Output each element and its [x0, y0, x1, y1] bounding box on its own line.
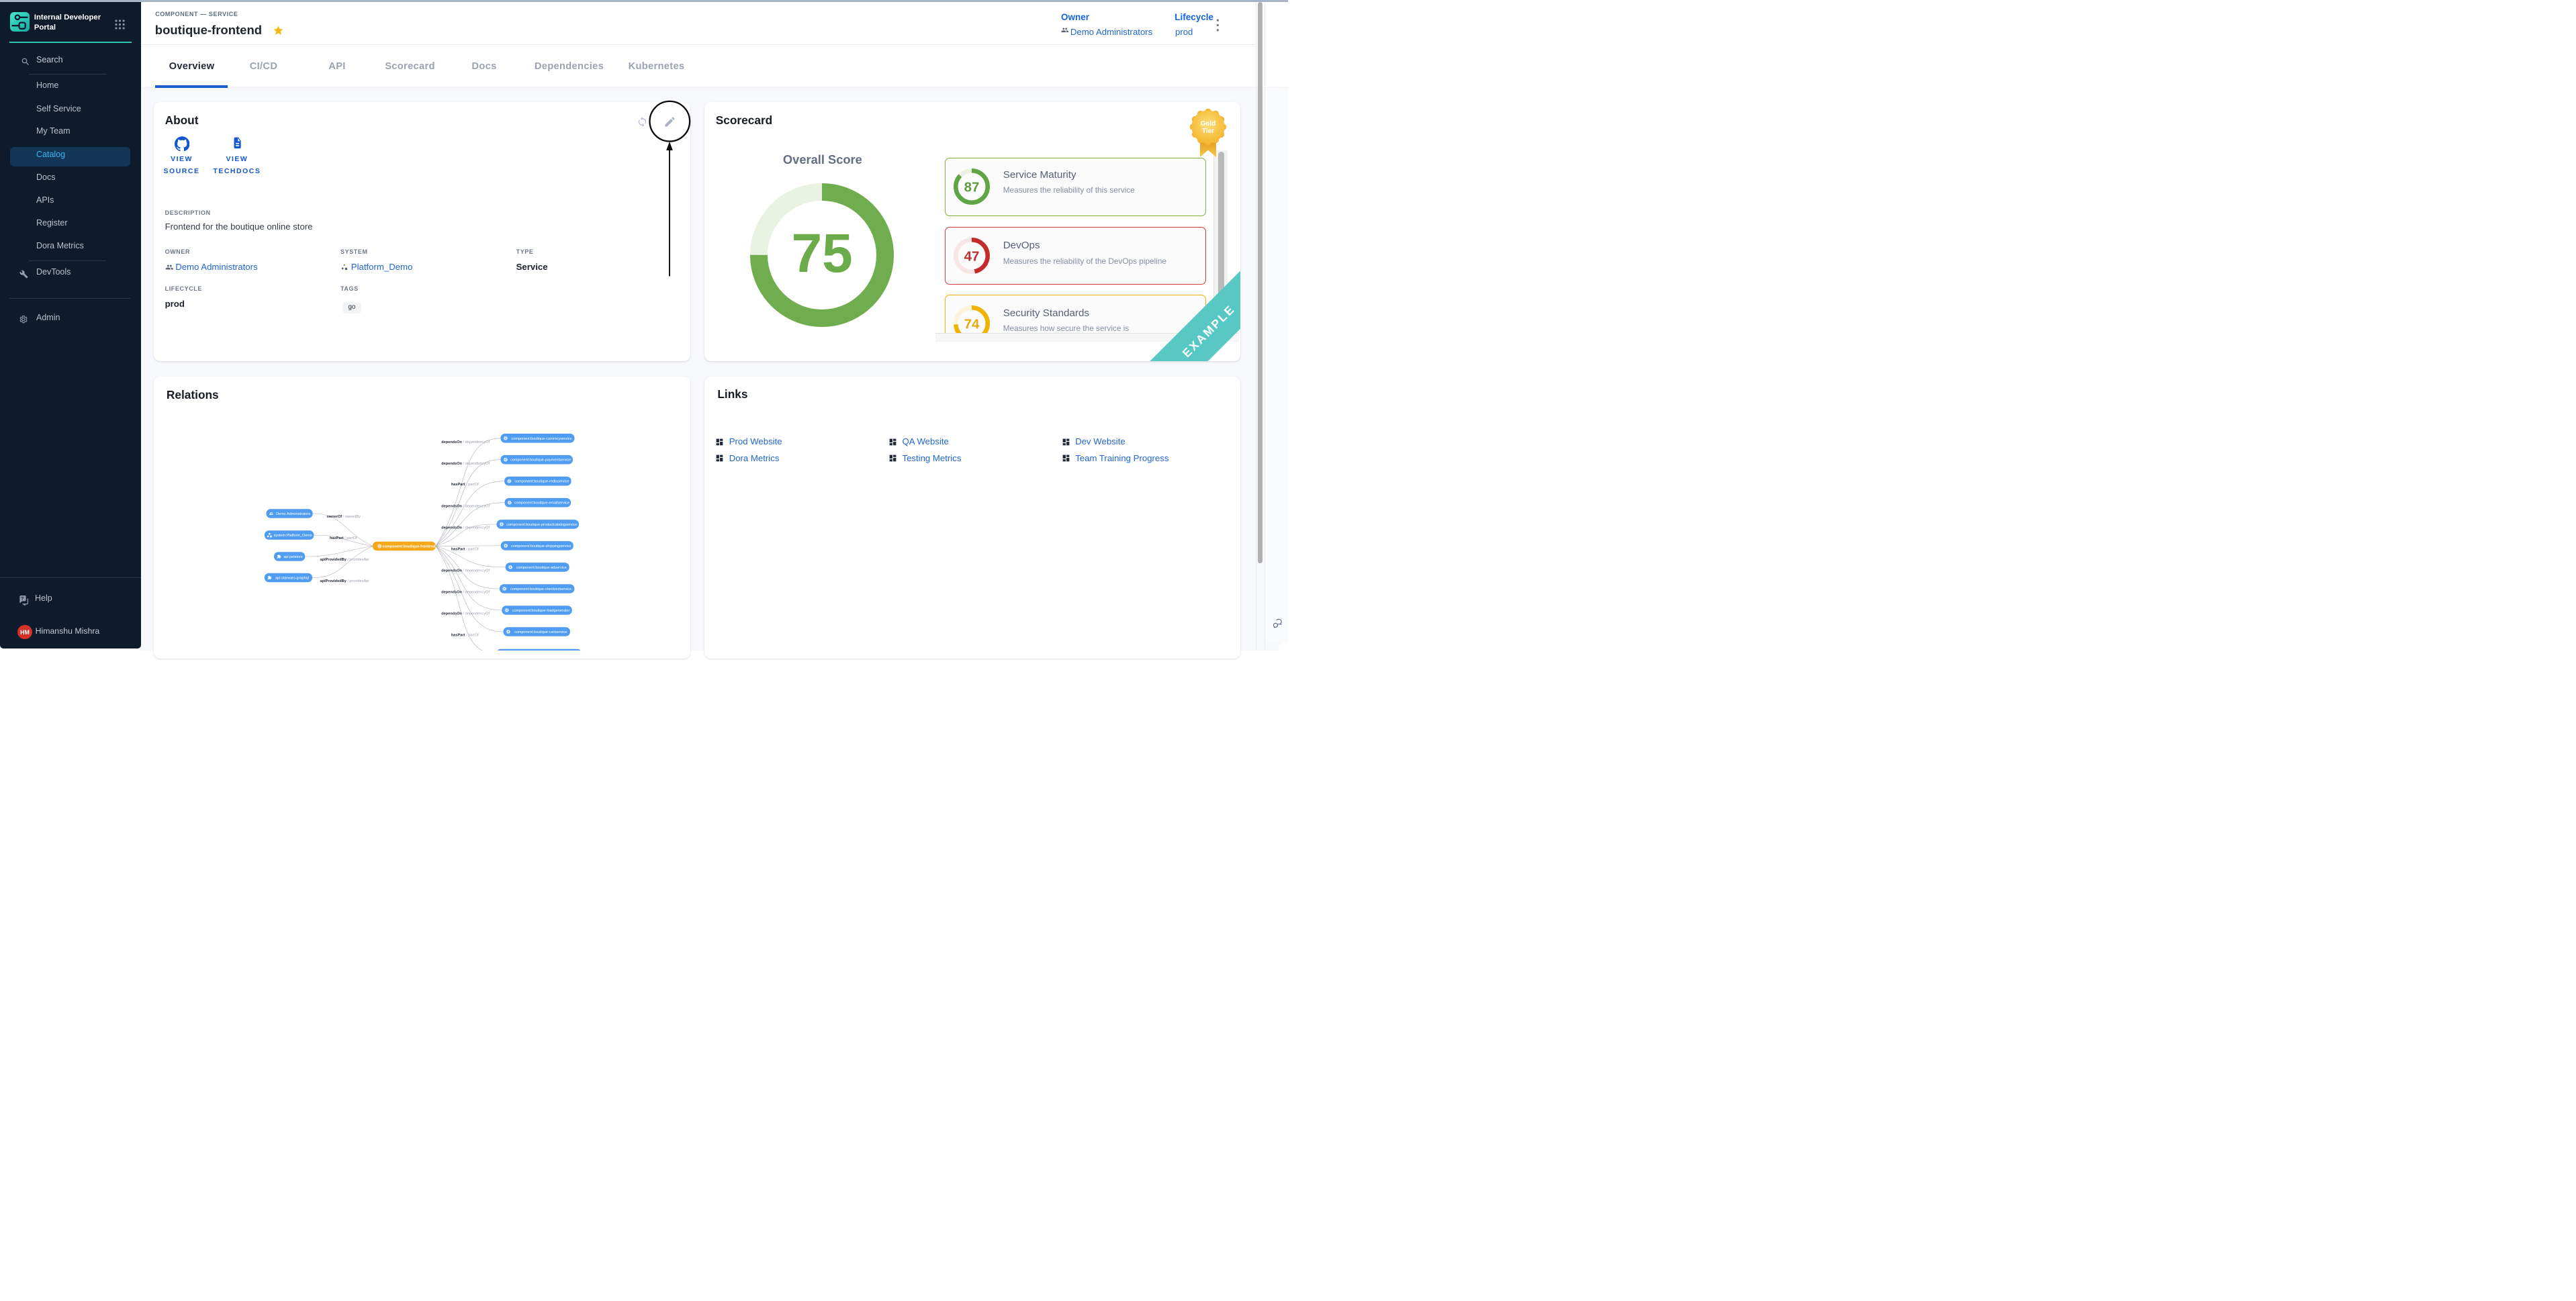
svg-text:component:boutique-checkoutser: component:boutique-checkoutservice: [510, 587, 571, 591]
svg-text:74: 74: [964, 316, 980, 332]
svg-text:87: 87: [964, 179, 980, 195]
svg-text:component:boutique-cartservice: component:boutique-cartservice: [514, 630, 567, 634]
svg-text:component:boutique-currencyser: component:boutique-currencyservice: [511, 437, 571, 441]
svg-text:component:boutique-emailservic: component:boutique-emailservice: [514, 501, 569, 505]
svg-text:dependsOn / dependencyOf: dependsOn / dependencyOf: [441, 591, 490, 595]
svg-text:Demo Administrators: Demo Administrators: [276, 512, 310, 516]
svg-text:component:boutique-productcata: component:boutique-productcatalogservice: [506, 523, 577, 527]
svg-text:component:boutique-adservice: component:boutique-adservice: [516, 566, 567, 570]
svg-text:component:boutique-loadgenerat: component:boutique-loadgenerator: [512, 609, 570, 613]
svg-text:dependsOn / dependencyOf: dependsOn / dependencyOf: [441, 504, 490, 508]
svg-text:dependsOn / dependencyOf: dependsOn / dependencyOf: [441, 612, 490, 616]
svg-text:system:Platform_Demo: system:Platform_Demo: [274, 534, 312, 538]
svg-text:dependsOn / dependencyOf: dependsOn / dependencyOf: [441, 440, 490, 444]
svg-text:dependsOn / dependencyOf: dependsOn / dependencyOf: [441, 569, 490, 573]
svg-text:Tier: Tier: [1202, 128, 1214, 135]
svg-text:component:boutique-frontend: component:boutique-frontend: [382, 545, 435, 549]
svg-text:apiProvidedBy / providesApi: apiProvidedBy / providesApi: [320, 558, 369, 562]
svg-text:ownerOf / ownedBy: ownerOf / ownedBy: [327, 515, 361, 519]
svg-text:dependsOn / dependencyOf: dependsOn / dependencyOf: [441, 526, 490, 530]
svg-text:api:starwars-graphql: api:starwars-graphql: [275, 577, 309, 581]
svg-text:47: 47: [964, 248, 980, 264]
svg-text:hasPart / partOf: hasPart / partOf: [451, 634, 479, 638]
svg-text:dependsOn / dependencyOf: dependsOn / dependencyOf: [441, 462, 490, 466]
svg-text:component:boutique-redisservic: component:boutique-redisservice: [514, 480, 569, 484]
svg-text:hasPart / partOf: hasPart / partOf: [451, 548, 479, 552]
svg-text:component:boutique-paymentserv: component:boutique-paymentservice: [510, 459, 571, 463]
svg-text:api:petstore: api:petstore: [283, 555, 303, 559]
svg-text:hasPart / partOf: hasPart / partOf: [451, 483, 479, 487]
svg-text:hasPart / partOf: hasPart / partOf: [330, 536, 357, 540]
svg-text:apiProvidedBy / providesApi: apiProvidedBy / providesApi: [320, 579, 369, 583]
svg-text:?: ?: [21, 595, 24, 601]
svg-text:component:boutique-shippingser: component:boutique-shippingservice: [511, 544, 571, 548]
svg-text:Gold: Gold: [1200, 120, 1215, 128]
